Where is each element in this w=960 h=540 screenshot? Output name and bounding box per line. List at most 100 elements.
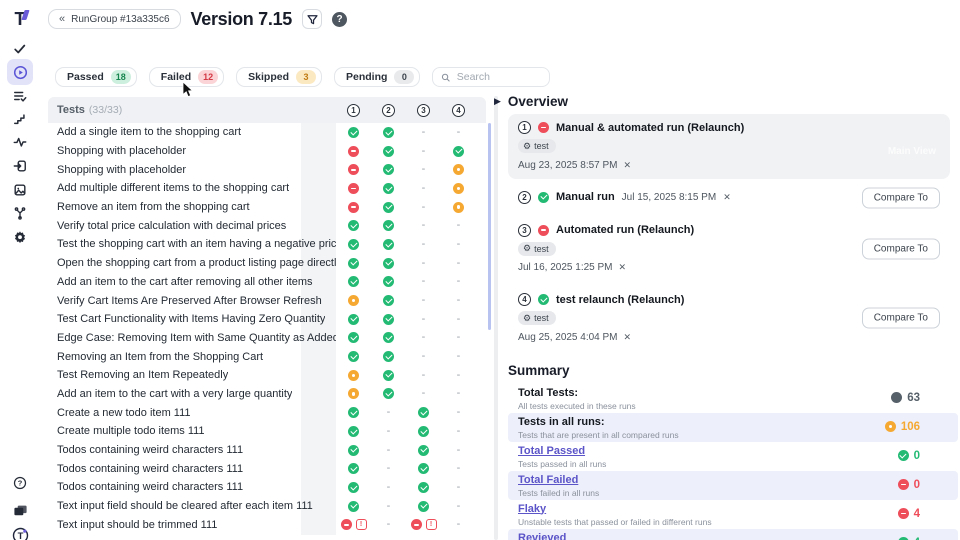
app-logo[interactable]: T (7, 6, 33, 32)
test-status-cell (371, 370, 406, 381)
test-status-cell (371, 239, 406, 250)
run-column-header-2[interactable]: 2 (371, 104, 406, 117)
test-row[interactable]: Verify Cart Items Are Preserved After Br… (48, 291, 486, 310)
remove-run-icon[interactable]: ✕ (619, 262, 627, 273)
test-row[interactable]: Add a single item to the shopping cart-- (48, 123, 486, 142)
summary-label[interactable]: Total Failed (518, 474, 948, 486)
sidebar-item-import[interactable] (7, 153, 33, 179)
test-row[interactable]: Removing an Item from the Shopping Cart-… (48, 347, 486, 366)
test-name: Verify Cart Items Are Preserved After Br… (57, 295, 322, 307)
run-number-icon: 2 (518, 191, 531, 204)
test-status-cell (441, 146, 476, 157)
run-number-icon: 3 (417, 104, 430, 117)
filter-chip-skipped[interactable]: Skipped3 (236, 67, 322, 87)
test-row[interactable]: Add an item to the cart after removing a… (48, 273, 486, 292)
test-row[interactable]: Test the shopping cart with an item havi… (48, 235, 486, 254)
test-row[interactable]: Create a new todo item 111-- (48, 403, 486, 422)
sidebar-item-runs[interactable] (7, 59, 33, 85)
run-column-header-3[interactable]: 3 (406, 104, 441, 117)
summary-count: 63 (907, 392, 920, 404)
run-tag-chip[interactable]: ⚙test (518, 311, 556, 325)
scrollbar-thumb[interactable] (488, 123, 491, 330)
run-column-header-4[interactable]: 4 (441, 104, 476, 117)
sidebar-item-profile[interactable]: T (7, 522, 33, 540)
test-status-cell (371, 258, 406, 269)
test-status-cell: - (371, 445, 406, 456)
test-status-cell (371, 388, 406, 399)
filter-chip-pending[interactable]: Pending0 (334, 67, 420, 87)
test-row[interactable]: Test Cart Functionality with Items Havin… (48, 310, 486, 329)
status-passed-icon (348, 314, 359, 325)
test-row[interactable]: Create multiple todo items 111-- (48, 422, 486, 441)
compare-to-button[interactable]: Compare To (862, 187, 940, 208)
run-tag-chip[interactable]: ⚙test (518, 139, 556, 153)
collapse-overview-icon[interactable]: ▶ (494, 96, 501, 107)
status-passed-icon (348, 482, 359, 493)
profile-icon: T (12, 527, 29, 540)
run-item-4[interactable]: 4test relaunch (Relaunch)⚙testAug 25, 20… (508, 286, 950, 351)
failure-comment-icon[interactable]: ! (356, 519, 367, 530)
run-item-2[interactable]: 2Manual runJul 15, 2025 8:15 PM✕Compare … (508, 184, 950, 212)
status-failed-icon (898, 479, 909, 490)
test-row[interactable]: Text input field should be cleared after… (48, 497, 486, 516)
sidebar-item-settings[interactable] (7, 224, 33, 250)
test-row[interactable]: Todos containing weird characters 111-- (48, 459, 486, 478)
run-tag-label: test (534, 313, 549, 323)
run-date: Jul 15, 2025 8:15 PM (622, 192, 717, 203)
compare-to-button[interactable]: Compare To (862, 238, 940, 259)
summary-label[interactable]: Flaky (518, 503, 948, 515)
test-row[interactable]: Verify total price calculation with deci… (48, 216, 486, 235)
filter-button[interactable] (302, 9, 322, 29)
filter-chip-label: Passed (67, 71, 104, 83)
status-passed-icon (348, 445, 359, 456)
failure-comment-icon[interactable]: ! (426, 519, 437, 530)
test-status-cell (371, 146, 406, 157)
search-input[interactable] (457, 71, 542, 83)
run-column-header-1[interactable]: 1 (336, 104, 371, 117)
status-passed-icon (383, 258, 394, 269)
panel-divider[interactable] (494, 96, 498, 540)
test-row[interactable]: Todos containing weird characters 111-- (48, 478, 486, 497)
test-status-cell: - (441, 332, 476, 343)
compare-to-button[interactable]: Compare To (862, 308, 940, 329)
sidebar-item-branches[interactable] (7, 200, 33, 226)
test-row[interactable]: Test Removing an Item Repeatedly-- (48, 366, 486, 385)
help-icon[interactable]: ? (332, 12, 347, 27)
test-row[interactable]: Add multiple different items to the shop… (48, 179, 486, 198)
remove-run-icon[interactable]: ✕ (723, 192, 731, 203)
sidebar-item-analytics[interactable] (7, 129, 33, 155)
status-none-dash: - (422, 164, 426, 175)
test-status-cell: - (406, 351, 441, 362)
run-item-3[interactable]: 3Automated run (Relaunch)⚙testJul 16, 20… (508, 217, 950, 282)
filter-chip-label: Skipped (248, 71, 289, 83)
test-row[interactable]: Shopping with placeholder- (48, 142, 486, 161)
test-row[interactable]: Shopping with placeholder- (48, 160, 486, 179)
svg-text:?: ? (18, 479, 23, 488)
summary-label[interactable]: Revieved (518, 532, 948, 540)
test-status-cell (336, 370, 371, 381)
test-row[interactable]: Text input should be trimmed 111!-!- (48, 515, 486, 534)
status-none-dash: - (387, 445, 391, 456)
summary-label[interactable]: Total Passed (518, 445, 948, 457)
remove-run-icon[interactable]: ✕ (624, 332, 632, 343)
test-row[interactable]: Add an item to the cart with a very larg… (48, 385, 486, 404)
svg-text:T: T (17, 530, 23, 540)
funnel-icon (307, 14, 318, 25)
status-skipped-icon (348, 388, 359, 399)
left-sidebar: T? T (0, 0, 40, 540)
remove-run-icon[interactable]: ✕ (624, 160, 632, 171)
test-row[interactable]: Remove an item from the shopping cart- (48, 198, 486, 217)
status-failed-icon (411, 519, 422, 530)
test-name: Add multiple different items to the shop… (57, 182, 289, 194)
run-tag-chip[interactable]: ⚙test (518, 242, 556, 256)
run-item-1[interactable]: 1Manual & automated run (Relaunch)⚙testA… (508, 114, 950, 179)
test-row[interactable]: Edge Case: Removing Item with Same Quant… (48, 329, 486, 348)
sidebar-item-help[interactable]: ? (7, 470, 33, 496)
sidebar-item-docs[interactable] (7, 497, 33, 523)
filter-chip-failed[interactable]: Failed12 (149, 67, 224, 87)
test-status-cell: - (406, 202, 441, 213)
test-row[interactable]: Open the shopping cart from a product li… (48, 254, 486, 273)
test-row[interactable]: Todos containing weird characters 111-- (48, 441, 486, 460)
filter-chip-passed[interactable]: Passed18 (55, 67, 137, 87)
rungroup-back-button[interactable]: « RunGroup #13a335c6 (48, 9, 181, 29)
